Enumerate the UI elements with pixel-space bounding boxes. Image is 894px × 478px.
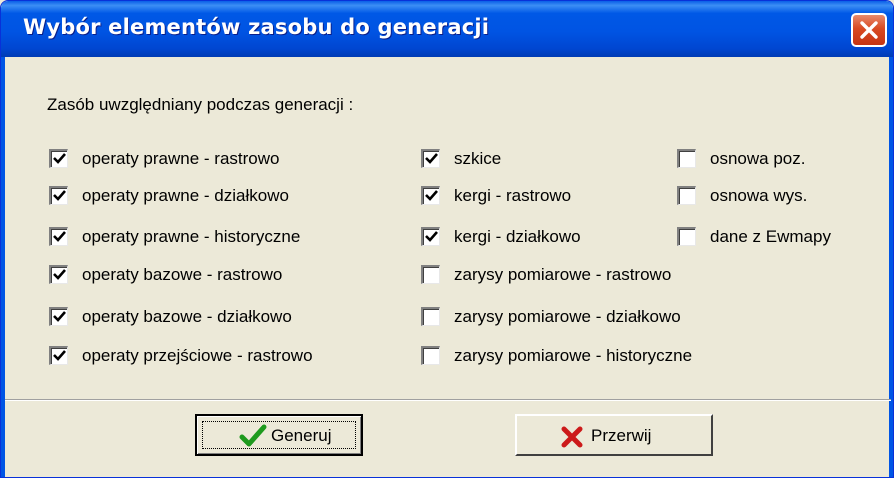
checkbox-box[interactable] — [677, 227, 696, 246]
checkbox-label: kergi - działkowo — [454, 227, 581, 246]
group-label: Zasób uwzględniany podczas generacji : — [47, 95, 354, 114]
checkbox-label: operaty bazowe - rastrowo — [82, 265, 283, 284]
window-border-left — [1, 57, 5, 477]
checkbox-operaty-bazowe-dzialkowo[interactable]: operaty bazowe - działkowo — [49, 305, 369, 331]
checkbox-box[interactable] — [421, 149, 440, 168]
checkbox-label: dane z Ewmapy — [710, 227, 831, 246]
checkbox-box[interactable] — [49, 186, 68, 205]
checkbox-box[interactable] — [421, 186, 440, 205]
checkbox-zarysy-pomiarowe-dzialkowo[interactable]: zarysy pomiarowe - działkowo — [421, 305, 741, 331]
checkbox-label: operaty przejściowe - rastrowo — [82, 346, 313, 365]
checkmark-icon — [425, 153, 438, 164]
checkbox-label: operaty prawne - historyczne — [82, 227, 301, 246]
checkmark-icon — [53, 350, 66, 361]
checkmark-icon — [425, 231, 438, 242]
checkbox-label: kergi - rastrowo — [454, 186, 572, 205]
checkbox-zarysy-pomiarowe-historyczne[interactable]: zarysy pomiarowe - historyczne — [421, 344, 761, 370]
checkmark-icon — [53, 311, 66, 322]
checkbox-label: operaty bazowe - działkowo — [82, 307, 292, 326]
checkbox-box[interactable] — [421, 307, 440, 326]
close-icon — [860, 21, 878, 39]
checkbox-operaty-prawne-dzialkowo[interactable]: operaty prawne - działkowo — [49, 184, 369, 210]
checkbox-box[interactable] — [677, 149, 696, 168]
x-icon — [561, 426, 583, 448]
dialog-window: Wybór elementów zasobu do generacji Zasó… — [0, 0, 894, 478]
checkbox-operaty-bazowe-rastrowo[interactable]: operaty bazowe - rastrowo — [49, 263, 369, 289]
checkmark-icon — [53, 153, 66, 164]
checkbox-box[interactable] — [421, 227, 440, 246]
checkbox-dane-z-ewmapy[interactable]: dane z Ewmapy — [677, 225, 887, 251]
cancel-button[interactable]: Przerwij — [515, 414, 713, 456]
separator-highlight — [5, 400, 891, 401]
checkbox-box[interactable] — [49, 149, 68, 168]
generate-button-label: Generuj — [271, 426, 332, 445]
checkbox-osnowa-wys[interactable]: osnowa wys. — [677, 184, 877, 210]
checkbox-box[interactable] — [49, 227, 68, 246]
checkbox-label: zarysy pomiarowe - historyczne — [454, 346, 693, 365]
checkbox-zarysy-pomiarowe-rastrowo[interactable]: zarysy pomiarowe - rastrowo — [421, 263, 741, 289]
checkbox-kergi-rastrowo[interactable]: kergi - rastrowo — [421, 184, 621, 210]
checkbox-label: zarysy pomiarowe - rastrowo — [454, 265, 672, 284]
cancel-button-label: Przerwij — [591, 426, 652, 445]
checkmark-icon — [425, 190, 438, 201]
checkbox-label: operaty prawne - rastrowo — [82, 149, 280, 168]
checkbox-szkice[interactable]: szkice — [421, 147, 621, 173]
checkbox-operaty-przejsciowe-rastrowo[interactable]: operaty przejściowe - rastrowo — [49, 344, 389, 370]
checkmark-icon — [53, 231, 66, 242]
checkbox-label: szkice — [454, 149, 502, 168]
checkbox-box[interactable] — [49, 265, 68, 284]
checkbox-label: osnowa poz. — [710, 149, 806, 168]
checkbox-kergi-dzialkowo[interactable]: kergi - działkowo — [421, 225, 621, 251]
checkbox-operaty-prawne-historyczne[interactable]: operaty prawne - historyczne — [49, 225, 369, 251]
checkmark-icon — [53, 269, 66, 280]
checkmark-icon — [239, 424, 267, 447]
close-button[interactable] — [851, 13, 887, 47]
window-title: Wybór elementów zasobu do generacji — [23, 15, 490, 39]
checkbox-box[interactable] — [49, 346, 68, 365]
checkbox-label: zarysy pomiarowe - działkowo — [454, 307, 681, 326]
checkbox-box[interactable] — [421, 346, 440, 365]
generate-button[interactable]: Generuj — [195, 414, 363, 456]
checkbox-box[interactable] — [49, 307, 68, 326]
checkbox-label: osnowa wys. — [710, 186, 808, 205]
title-bar[interactable]: Wybór elementów zasobu do generacji — [1, 1, 893, 57]
window-border-right — [889, 57, 893, 477]
checkbox-osnowa-poz[interactable]: osnowa poz. — [677, 147, 877, 173]
checkbox-operaty-prawne-rastrowo[interactable]: operaty prawne - rastrowo — [49, 147, 369, 173]
checkbox-box[interactable] — [677, 186, 696, 205]
checkbox-label: operaty prawne - działkowo — [82, 186, 289, 205]
checkbox-box[interactable] — [421, 265, 440, 284]
checkmark-icon — [53, 190, 66, 201]
